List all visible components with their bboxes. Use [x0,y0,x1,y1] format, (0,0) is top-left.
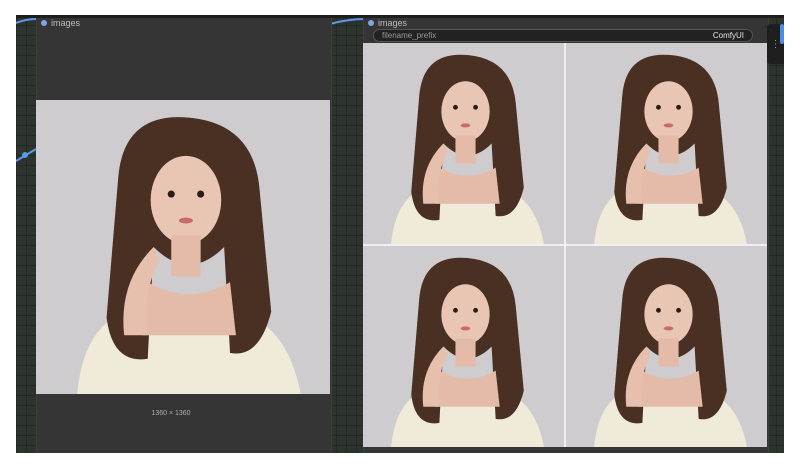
portrait-image [566,246,767,447]
side-panel-accent [780,24,784,44]
image-grid [363,43,767,447]
image-size-label: 1360 × 1360 [151,410,191,417]
node-title-label: images [51,18,81,28]
widget-value: ComfyUI [712,31,744,40]
input-slot-icon[interactable] [368,20,374,26]
portrait-image [363,43,564,244]
grid-image[interactable] [363,246,564,447]
grid-image[interactable] [566,43,767,244]
portrait-image [363,246,564,447]
grid-image[interactable] [566,246,767,447]
node-title-label: images [378,18,408,28]
node-title[interactable]: images [368,17,407,29]
widget-label: filename_prefix [382,31,437,40]
portrait-image [566,43,767,244]
node-title[interactable]: images [41,17,80,29]
portrait-image [36,100,330,394]
filename-prefix-widget[interactable]: filename_prefix ComfyUI [373,29,753,42]
node-canvas[interactable]: images 1360 × 1360 images filename_prefi… [16,15,784,453]
grip-dots-icon: ⋮ [770,38,781,50]
preview-image[interactable] [36,100,330,394]
grid-image[interactable] [363,43,564,244]
input-slot-icon[interactable] [41,20,47,26]
